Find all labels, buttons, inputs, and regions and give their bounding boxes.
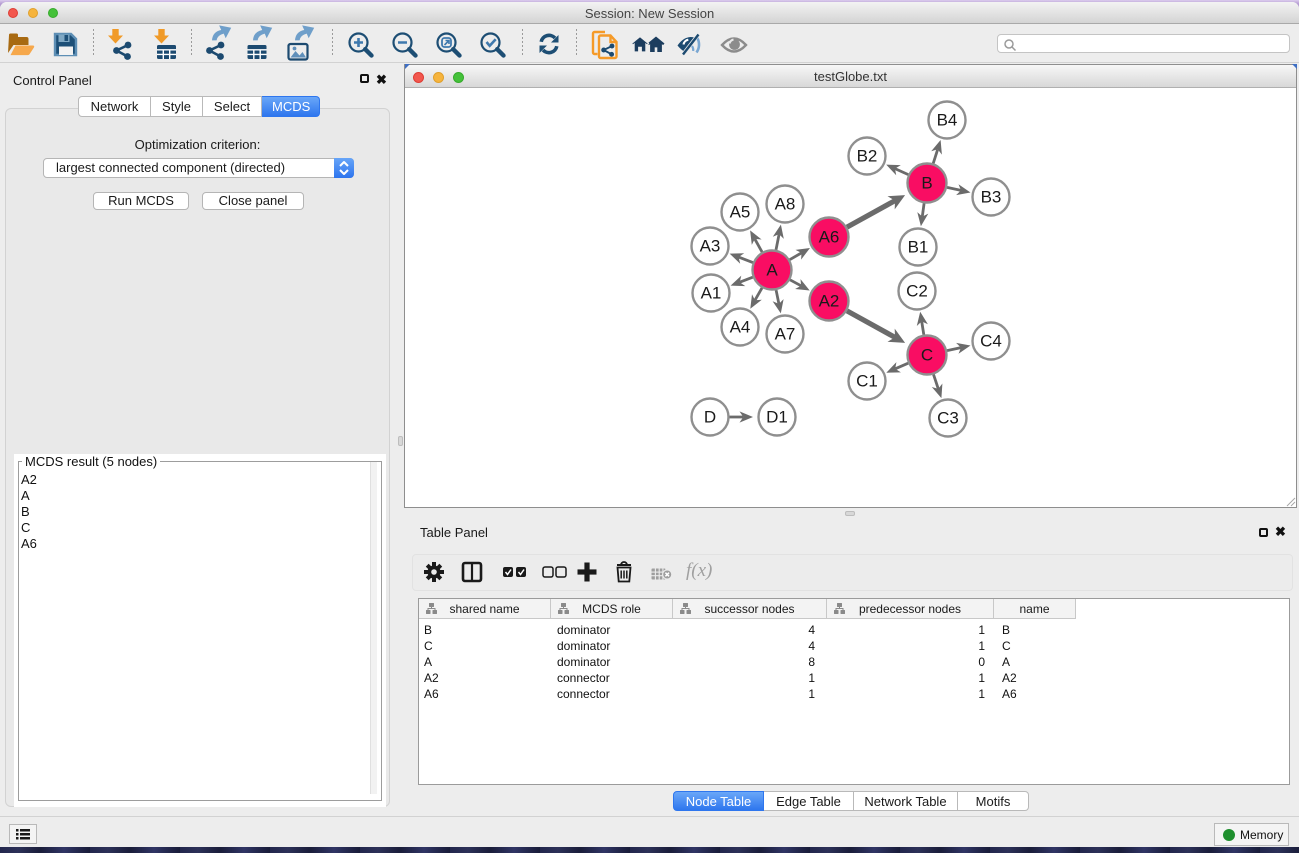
svg-text:A1: A1 xyxy=(701,284,722,303)
svg-text:C4: C4 xyxy=(980,332,1002,351)
svg-text:B1: B1 xyxy=(908,238,929,257)
svg-text:A3: A3 xyxy=(700,237,721,256)
svg-text:B4: B4 xyxy=(937,111,958,130)
svg-text:A7: A7 xyxy=(775,325,796,344)
svg-text:B2: B2 xyxy=(857,147,878,166)
svg-text:A2: A2 xyxy=(819,292,840,311)
svg-text:B: B xyxy=(921,174,932,193)
svg-text:C3: C3 xyxy=(937,409,959,428)
svg-text:A8: A8 xyxy=(775,195,796,214)
svg-text:A: A xyxy=(766,261,778,280)
svg-text:C1: C1 xyxy=(856,372,878,391)
svg-text:B3: B3 xyxy=(981,188,1002,207)
svg-text:C2: C2 xyxy=(906,282,928,301)
svg-text:D1: D1 xyxy=(766,408,788,427)
svg-text:D: D xyxy=(704,408,716,427)
svg-text:A4: A4 xyxy=(730,318,751,337)
svg-text:A5: A5 xyxy=(730,203,751,222)
svg-text:C: C xyxy=(921,346,933,365)
svg-text:A6: A6 xyxy=(819,228,840,247)
